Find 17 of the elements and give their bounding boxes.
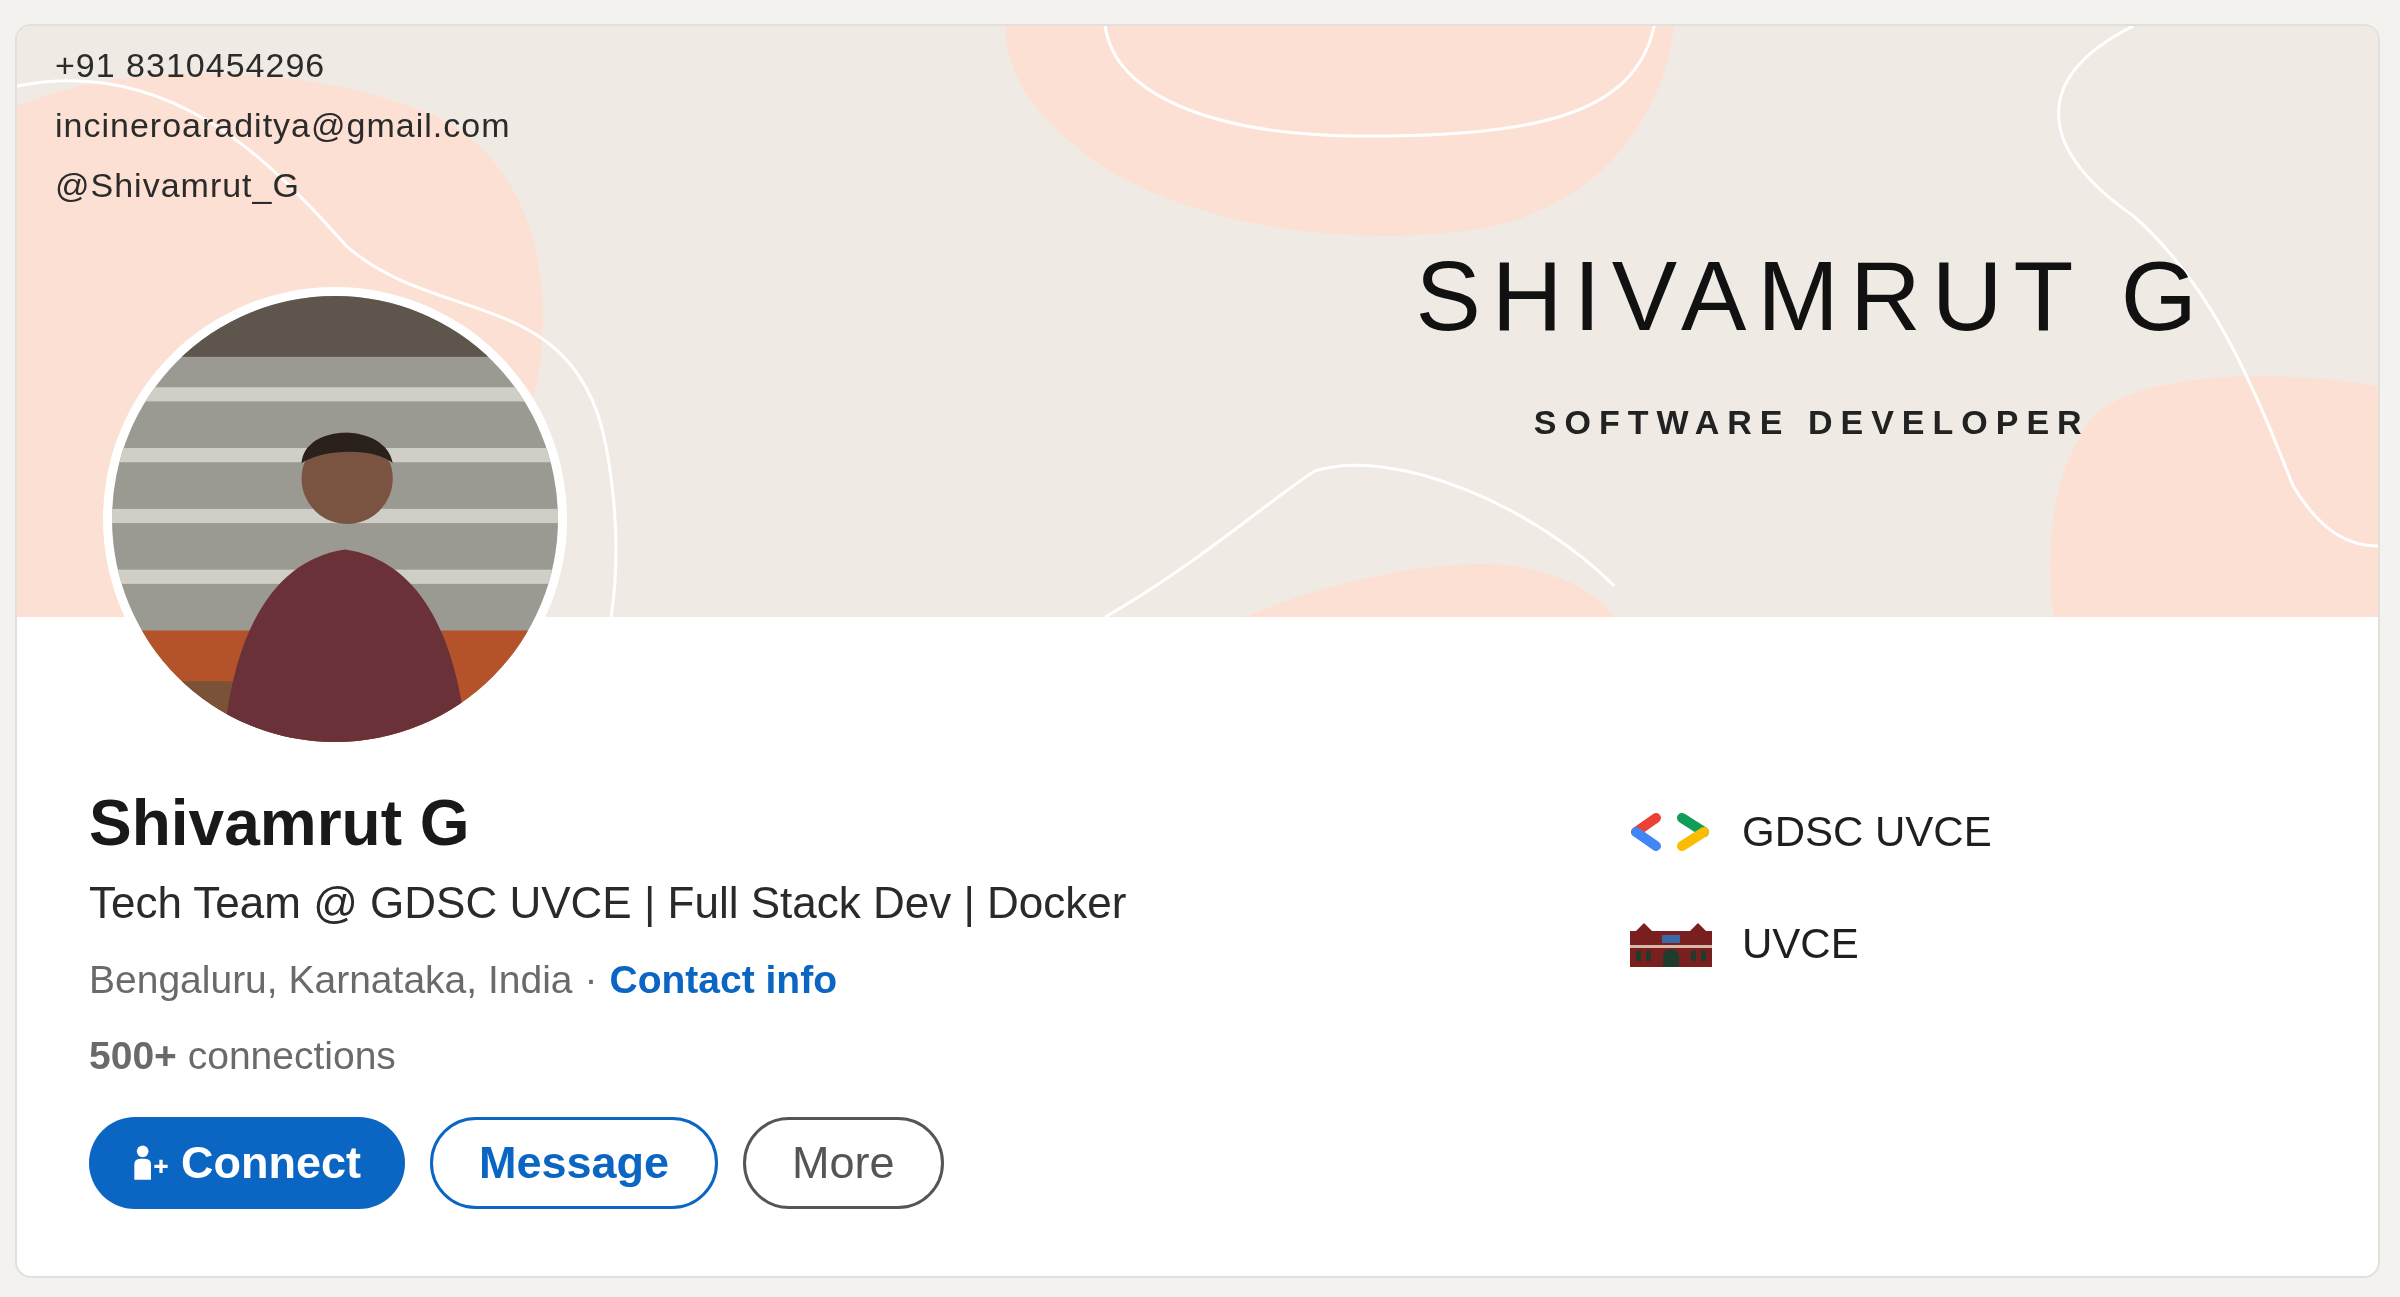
- contact-info-link[interactable]: Contact info: [609, 953, 837, 1007]
- banner-title: SHIVAMRUT G: [1415, 241, 2208, 351]
- more-button[interactable]: More: [743, 1117, 944, 1209]
- add-person-icon: [131, 1143, 171, 1183]
- organization-name[interactable]: GDSC UVCE: [1742, 808, 1992, 856]
- separator: ·: [584, 957, 598, 1003]
- message-button[interactable]: Message: [430, 1117, 719, 1209]
- connect-button[interactable]: Connect: [89, 1117, 405, 1209]
- contact-line: +91 8310454296: [55, 45, 327, 86]
- profile-name: Shivamrut G: [89, 786, 470, 861]
- contact-line: incineroaraditya@gmail.com: [55, 105, 511, 146]
- connections-count: 500+ connections: [89, 1033, 396, 1079]
- organization-name[interactable]: UVCE: [1742, 920, 1859, 968]
- location-text: Bengaluru, Karnataka, India: [89, 957, 573, 1003]
- contact-line: @Shivamrut_G: [55, 165, 301, 206]
- profile-headline: Tech Team @ GDSC UVCE | Full Stack Dev | Docker: [89, 877, 1127, 929]
- banner-subtitle: SOFTWARE DEVELOPER: [1532, 403, 2091, 442]
